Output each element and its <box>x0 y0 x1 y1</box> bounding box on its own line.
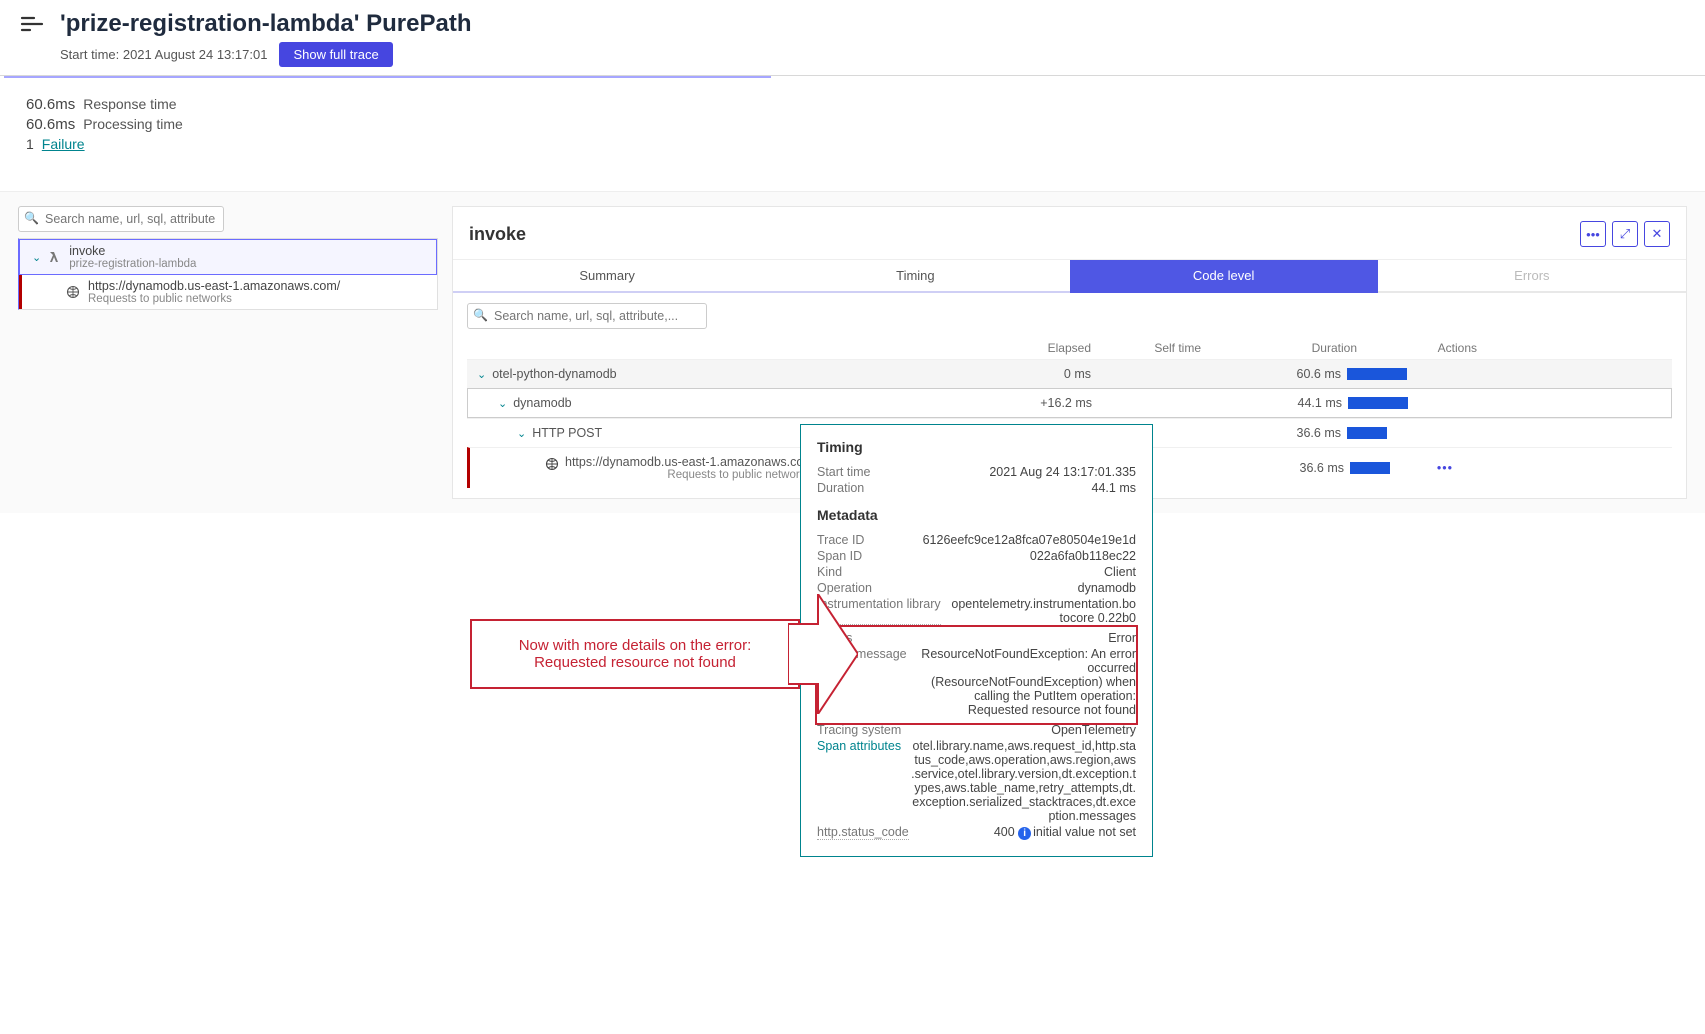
expand-button[interactable]: ⤢ <box>1612 221 1638 247</box>
header-underline <box>4 76 771 78</box>
tree-item-title: invoke <box>69 244 196 258</box>
col-duration: Duration <box>1207 341 1407 355</box>
tab-timing[interactable]: Timing <box>761 259 1069 293</box>
tree-item-title: https://dynamodb.us-east-1.amazonaws.com… <box>88 279 340 293</box>
duration-bar <box>1347 427 1387 439</box>
processing-time-label: Processing time <box>83 116 183 132</box>
response-time-value: 60.6ms <box>26 96 75 113</box>
tree-item-subtitle: Requests to public networks <box>88 293 340 305</box>
span-row[interactable]: ⌄otel-python-dynamodb 0 ms 60.6 ms <box>467 359 1672 388</box>
globe-icon <box>66 279 82 305</box>
tab-summary[interactable]: Summary <box>453 259 761 293</box>
page-header: 'prize-registration-lambda' PurePath Sta… <box>0 0 1705 76</box>
column-headers: Elapsed Self time Duration Actions <box>467 337 1672 359</box>
globe-icon <box>545 457 559 474</box>
failure-count: 1 <box>26 136 34 152</box>
close-button[interactable]: ✕ <box>1644 221 1670 247</box>
row-actions-button[interactable]: ••• <box>1410 461 1480 475</box>
chevron-down-icon[interactable]: ⌄ <box>477 368 486 381</box>
tree-item-dynamodb[interactable]: https://dynamodb.us-east-1.amazonaws.com… <box>19 275 437 309</box>
search-icon: 🔍 <box>24 211 39 225</box>
processing-time-value: 60.6ms <box>26 116 75 133</box>
lambda-icon <box>47 244 63 270</box>
start-time-label: Start time: 2021 August 24 13:17:01 <box>60 47 267 62</box>
arrow-icon <box>788 594 858 714</box>
col-self: Self time <box>1097 341 1207 355</box>
duration-bar <box>1350 462 1390 474</box>
metrics-panel: 60.6ms Response time 60.6ms Processing t… <box>0 78 1705 192</box>
span-attributes-link[interactable]: Span attributes <box>817 739 901 823</box>
col-actions: Actions <box>1407 341 1477 355</box>
trace-tree: ⌄ invoke prize-registration-lambda https… <box>18 238 438 310</box>
duration-bar <box>1347 368 1407 380</box>
metadata-heading: Metadata <box>817 507 1136 523</box>
detail-tabs: Summary Timing Code level Errors <box>453 259 1686 293</box>
tab-code-level[interactable]: Code level <box>1070 259 1378 293</box>
show-full-trace-button[interactable]: Show full trace <box>279 42 392 67</box>
failure-link[interactable]: Failure <box>42 136 85 152</box>
duration-bar <box>1348 397 1408 409</box>
span-row[interactable]: ⌄dynamodb +16.2 ms 44.1 ms <box>467 388 1672 418</box>
detail-search-input[interactable] <box>467 303 707 329</box>
detail-title: invoke <box>469 224 526 245</box>
callout-text: Now with more details on the error: Requ… <box>519 637 752 671</box>
tree-search-input[interactable] <box>18 206 224 232</box>
chevron-down-icon[interactable]: ⌄ <box>498 397 507 410</box>
tab-errors: Errors <box>1378 259 1686 293</box>
col-elapsed: Elapsed <box>1027 341 1097 355</box>
chevron-down-icon[interactable]: ⌄ <box>517 427 526 440</box>
annotation-callout: Now with more details on the error: Requ… <box>470 619 800 689</box>
timing-heading: Timing <box>817 439 1136 455</box>
tree-item-invoke[interactable]: ⌄ invoke prize-registration-lambda <box>19 239 437 275</box>
search-icon: 🔍 <box>473 308 488 322</box>
response-time-label: Response time <box>83 96 176 112</box>
info-icon: i <box>1018 827 1031 840</box>
more-actions-button[interactable]: ••• <box>1580 221 1606 247</box>
page-title: 'prize-registration-lambda' PurePath <box>60 10 472 38</box>
purepath-icon <box>20 14 48 34</box>
tree-item-subtitle: prize-registration-lambda <box>69 258 196 270</box>
chevron-down-icon[interactable]: ⌄ <box>32 251 41 264</box>
